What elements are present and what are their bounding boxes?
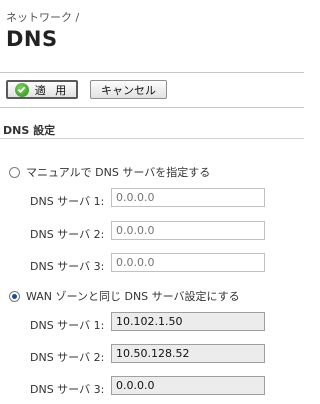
manual-dns1-label: DNS サーバ 1:	[30, 195, 105, 208]
manual-dns1-input[interactable]	[111, 188, 265, 207]
cancel-button-label: キャンセル	[101, 83, 156, 97]
manual-dns3-label: DNS サーバ 3:	[30, 260, 105, 273]
manual-dns-option[interactable]: マニュアルで DNS サーバを指定する	[9, 164, 210, 180]
page-title: DNS	[6, 27, 58, 51]
apply-button[interactable]: 適 用	[6, 80, 78, 99]
breadcrumb: ネットワーク /	[6, 11, 80, 24]
wan-dns2-label: DNS サーバ 2:	[30, 351, 105, 364]
section-title: DNS 設定	[0, 122, 304, 139]
wan-dns3-label: DNS サーバ 3:	[30, 383, 105, 396]
manual-dns-radio[interactable]	[9, 166, 20, 178]
apply-button-label: 適 用	[34, 83, 70, 97]
wan-dns2-field: 10.50.128.52	[111, 344, 265, 363]
wan-dns-option[interactable]: WAN ゾーンと同じ DNS サーバ設定にする	[9, 288, 240, 304]
toolbar: 適 用 キャンセル	[0, 72, 304, 108]
wan-dns1-label: DNS サーバ 1:	[30, 319, 105, 332]
wan-dns-radio[interactable]	[9, 290, 20, 302]
manual-dns3-input[interactable]	[111, 253, 265, 272]
wan-dns-label: WAN ゾーンと同じ DNS サーバ設定にする	[26, 290, 240, 303]
cancel-button[interactable]: キャンセル	[90, 80, 167, 99]
manual-dns2-input[interactable]	[111, 221, 265, 240]
manual-dns-label: マニュアルで DNS サーバを指定する	[26, 166, 211, 179]
wan-dns3-field: 0.0.0.0	[111, 376, 265, 395]
manual-dns2-label: DNS サーバ 2:	[30, 228, 105, 241]
checkmark-icon	[14, 82, 29, 97]
wan-dns1-field: 10.102.1.50	[111, 312, 265, 331]
